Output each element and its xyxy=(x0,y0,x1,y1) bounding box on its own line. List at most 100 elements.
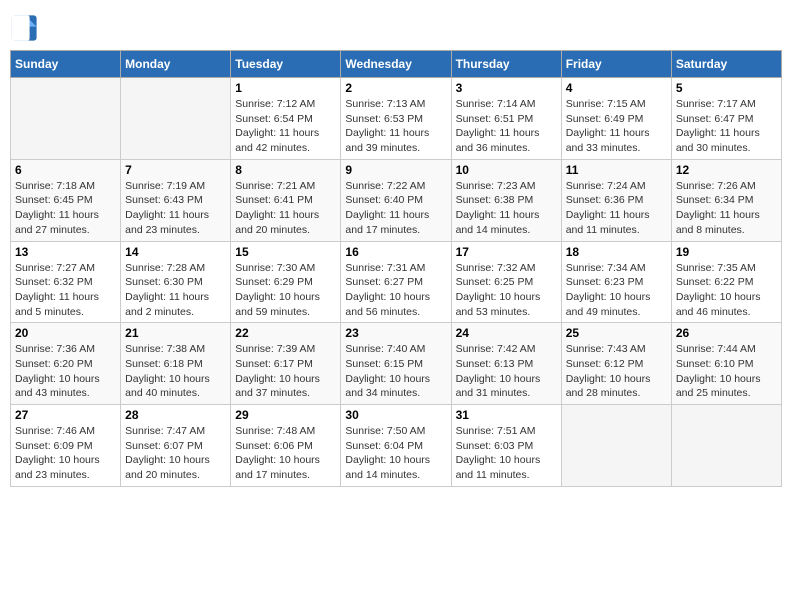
calendar-cell: 1Sunrise: 7:12 AM Sunset: 6:54 PM Daylig… xyxy=(231,78,341,160)
calendar-cell: 16Sunrise: 7:31 AM Sunset: 6:27 PM Dayli… xyxy=(341,241,451,323)
calendar-cell xyxy=(121,78,231,160)
day-number: 11 xyxy=(566,163,667,177)
calendar-cell: 2Sunrise: 7:13 AM Sunset: 6:53 PM Daylig… xyxy=(341,78,451,160)
calendar-cell: 26 Sunrise: 7:44 AM Sunset: 6:10 PM Dayli… xyxy=(671,323,781,405)
day-info: Sunrise: 7:14 AM Sunset: 6:51 PM Dayligh… xyxy=(456,97,557,156)
col-header-monday: Monday xyxy=(121,51,231,78)
col-header-saturday: Saturday xyxy=(671,51,781,78)
day-info: Sunrise: 7:24 AM Sunset: 6:36 PM Dayligh… xyxy=(566,179,667,238)
day-info: Sunrise: 7:46 AM Sunset: 6:09 PM Dayligh… xyxy=(15,424,116,483)
day-info: Sunrise: 7:13 AM Sunset: 6:53 PM Dayligh… xyxy=(345,97,446,156)
day-info: Sunrise: 7:15 AM Sunset: 6:49 PM Dayligh… xyxy=(566,97,667,156)
day-number: 22 xyxy=(235,326,336,340)
col-header-sunday: Sunday xyxy=(11,51,121,78)
day-info: Sunrise: 7:50 AM Sunset: 6:04 PM Dayligh… xyxy=(345,424,446,483)
calendar-cell: 3 Sunrise: 7:14 AM Sunset: 6:51 PM Daylig… xyxy=(451,78,561,160)
logo-icon xyxy=(10,14,38,42)
calendar-cell: 29 Sunrise: 7:48 AM Sunset: 6:06 PM Dayli… xyxy=(231,405,341,487)
day-info: Sunrise: 7:35 AM Sunset: 6:22 PM Dayligh… xyxy=(676,261,777,320)
calendar-cell: 15 Sunrise: 7:30 AM Sunset: 6:29 PM Dayli… xyxy=(231,241,341,323)
calendar-cell: 17 Sunrise: 7:32 AM Sunset: 6:25 PM Dayli… xyxy=(451,241,561,323)
calendar-cell: 7 Sunrise: 7:19 AM Sunset: 6:43 PM Daylig… xyxy=(121,159,231,241)
calendar-header-row: SundayMondayTuesdayWednesdayThursdayFrid… xyxy=(11,51,782,78)
calendar-cell: 24 Sunrise: 7:42 AM Sunset: 6:13 PM Dayli… xyxy=(451,323,561,405)
calendar-cell: 25 Sunrise: 7:43 AM Sunset: 6:12 PM Dayli… xyxy=(561,323,671,405)
day-number: 15 xyxy=(235,245,336,259)
calendar-cell: 23 Sunrise: 7:40 AM Sunset: 6:15 PM Dayli… xyxy=(341,323,451,405)
calendar-cell: 30 Sunrise: 7:50 AM Sunset: 6:04 PM Dayli… xyxy=(341,405,451,487)
day-number: 29 xyxy=(235,408,336,422)
calendar-cell: 12 Sunrise: 7:26 AM Sunset: 6:34 PM Dayli… xyxy=(671,159,781,241)
day-number: 17 xyxy=(456,245,557,259)
day-info: Sunrise: 7:27 AM Sunset: 6:32 PM Dayligh… xyxy=(15,261,116,320)
day-number: 4 xyxy=(566,81,667,95)
calendar-cell: 13 Sunrise: 7:27 AM Sunset: 6:32 PM Dayli… xyxy=(11,241,121,323)
calendar-cell: 11 Sunrise: 7:24 AM Sunset: 6:36 PM Dayli… xyxy=(561,159,671,241)
calendar-cell: 9Sunrise: 7:22 AM Sunset: 6:40 PM Daylig… xyxy=(341,159,451,241)
day-number: 7 xyxy=(125,163,226,177)
calendar-cell xyxy=(671,405,781,487)
day-number: 25 xyxy=(566,326,667,340)
calendar-week-3: 13 Sunrise: 7:27 AM Sunset: 6:32 PM Dayli… xyxy=(11,241,782,323)
day-info: Sunrise: 7:12 AM Sunset: 6:54 PM Dayligh… xyxy=(235,97,336,156)
day-info: Sunrise: 7:38 AM Sunset: 6:18 PM Dayligh… xyxy=(125,342,226,401)
col-header-tuesday: Tuesday xyxy=(231,51,341,78)
day-info: Sunrise: 7:26 AM Sunset: 6:34 PM Dayligh… xyxy=(676,179,777,238)
calendar-cell: 5 Sunrise: 7:17 AM Sunset: 6:47 PM Daylig… xyxy=(671,78,781,160)
day-number: 14 xyxy=(125,245,226,259)
day-info: Sunrise: 7:36 AM Sunset: 6:20 PM Dayligh… xyxy=(15,342,116,401)
day-number: 5 xyxy=(676,81,777,95)
day-info: Sunrise: 7:39 AM Sunset: 6:17 PM Dayligh… xyxy=(235,342,336,401)
day-info: Sunrise: 7:28 AM Sunset: 6:30 PM Dayligh… xyxy=(125,261,226,320)
col-header-friday: Friday xyxy=(561,51,671,78)
day-number: 28 xyxy=(125,408,226,422)
calendar-cell: 14 Sunrise: 7:28 AM Sunset: 6:30 PM Dayli… xyxy=(121,241,231,323)
day-info: Sunrise: 7:48 AM Sunset: 6:06 PM Dayligh… xyxy=(235,424,336,483)
day-info: Sunrise: 7:18 AM Sunset: 6:45 PM Dayligh… xyxy=(15,179,116,238)
day-number: 12 xyxy=(676,163,777,177)
day-number: 27 xyxy=(15,408,116,422)
day-number: 19 xyxy=(676,245,777,259)
day-info: Sunrise: 7:44 AM Sunset: 6:10 PM Dayligh… xyxy=(676,342,777,401)
calendar-cell: 27 Sunrise: 7:46 AM Sunset: 6:09 PM Dayli… xyxy=(11,405,121,487)
calendar-cell xyxy=(561,405,671,487)
calendar-cell: 19 Sunrise: 7:35 AM Sunset: 6:22 PM Dayli… xyxy=(671,241,781,323)
calendar-cell: 28Sunrise: 7:47 AM Sunset: 6:07 PM Dayli… xyxy=(121,405,231,487)
calendar-cell: 4 Sunrise: 7:15 AM Sunset: 6:49 PM Daylig… xyxy=(561,78,671,160)
day-info: Sunrise: 7:42 AM Sunset: 6:13 PM Dayligh… xyxy=(456,342,557,401)
calendar-cell: 18 Sunrise: 7:34 AM Sunset: 6:23 PM Dayli… xyxy=(561,241,671,323)
day-info: Sunrise: 7:32 AM Sunset: 6:25 PM Dayligh… xyxy=(456,261,557,320)
day-info: Sunrise: 7:43 AM Sunset: 6:12 PM Dayligh… xyxy=(566,342,667,401)
day-info: Sunrise: 7:30 AM Sunset: 6:29 PM Dayligh… xyxy=(235,261,336,320)
calendar-cell: 21 Sunrise: 7:38 AM Sunset: 6:18 PM Dayli… xyxy=(121,323,231,405)
day-number: 21 xyxy=(125,326,226,340)
day-number: 6 xyxy=(15,163,116,177)
calendar-cell xyxy=(11,78,121,160)
day-number: 24 xyxy=(456,326,557,340)
day-info: Sunrise: 7:21 AM Sunset: 6:41 PM Dayligh… xyxy=(235,179,336,238)
day-number: 3 xyxy=(456,81,557,95)
day-number: 13 xyxy=(15,245,116,259)
logo xyxy=(10,14,42,42)
calendar-cell: 6 Sunrise: 7:18 AM Sunset: 6:45 PM Daylig… xyxy=(11,159,121,241)
calendar-week-4: 20 Sunrise: 7:36 AM Sunset: 6:20 PM Dayli… xyxy=(11,323,782,405)
day-info: Sunrise: 7:23 AM Sunset: 6:38 PM Dayligh… xyxy=(456,179,557,238)
day-info: Sunrise: 7:40 AM Sunset: 6:15 PM Dayligh… xyxy=(345,342,446,401)
day-info: Sunrise: 7:51 AM Sunset: 6:03 PM Dayligh… xyxy=(456,424,557,483)
calendar-cell: 10Sunrise: 7:23 AM Sunset: 6:38 PM Dayli… xyxy=(451,159,561,241)
day-number: 26 xyxy=(676,326,777,340)
calendar-cell: 22 Sunrise: 7:39 AM Sunset: 6:17 PM Dayli… xyxy=(231,323,341,405)
day-number: 30 xyxy=(345,408,446,422)
day-info: Sunrise: 7:34 AM Sunset: 6:23 PM Dayligh… xyxy=(566,261,667,320)
day-number: 31 xyxy=(456,408,557,422)
calendar-cell: 20 Sunrise: 7:36 AM Sunset: 6:20 PM Dayli… xyxy=(11,323,121,405)
day-number: 18 xyxy=(566,245,667,259)
day-info: Sunrise: 7:17 AM Sunset: 6:47 PM Dayligh… xyxy=(676,97,777,156)
day-info: Sunrise: 7:19 AM Sunset: 6:43 PM Dayligh… xyxy=(125,179,226,238)
day-number: 23 xyxy=(345,326,446,340)
day-number: 9 xyxy=(345,163,446,177)
col-header-thursday: Thursday xyxy=(451,51,561,78)
calendar-week-5: 27 Sunrise: 7:46 AM Sunset: 6:09 PM Dayli… xyxy=(11,405,782,487)
day-number: 20 xyxy=(15,326,116,340)
day-number: 16 xyxy=(345,245,446,259)
